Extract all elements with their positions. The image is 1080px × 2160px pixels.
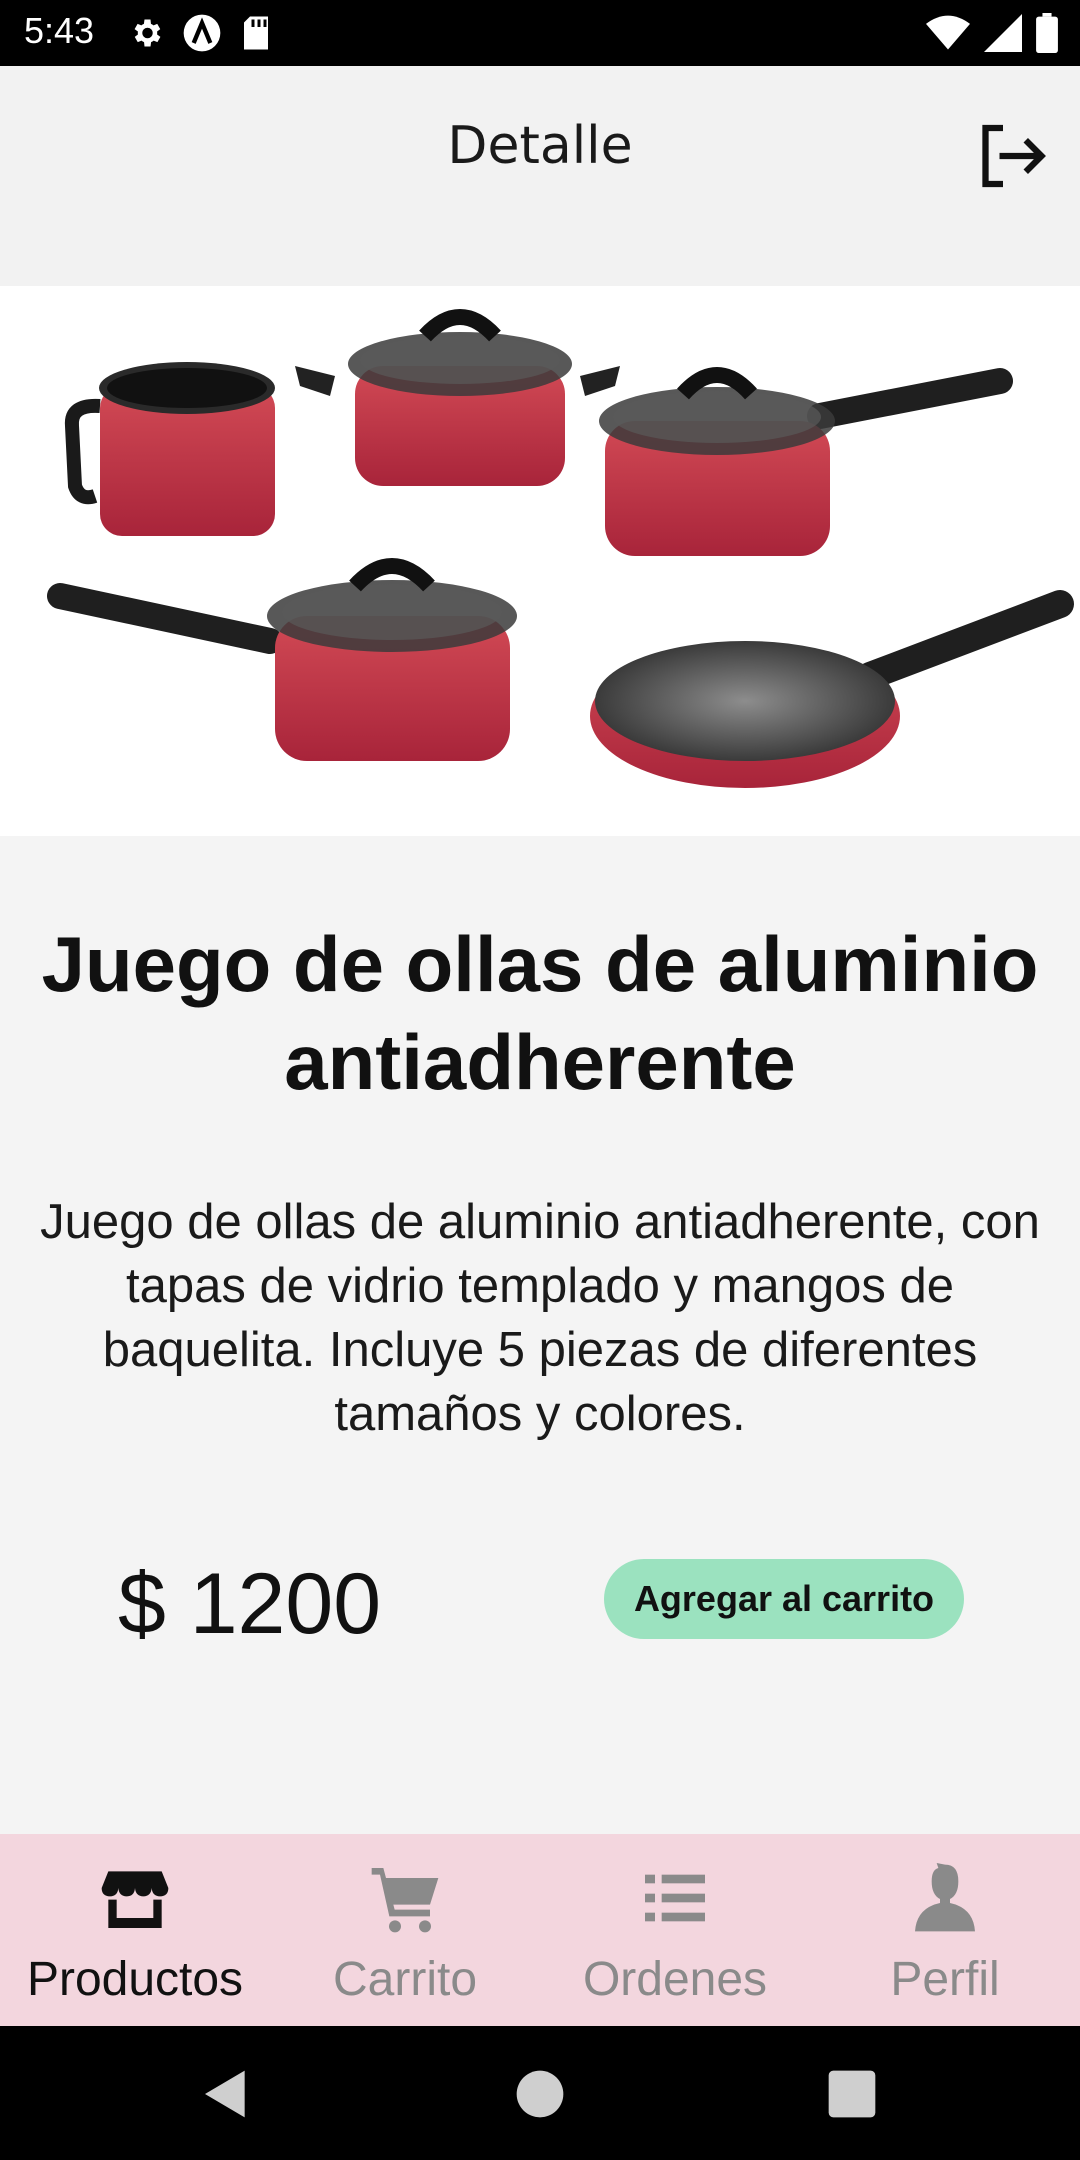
product-title: Juego de ollas de aluminio antiadherente [41, 920, 1039, 1106]
a-circle-icon [183, 14, 221, 52]
logout-button[interactable] [968, 114, 1052, 198]
product-description: Juego de ollas de aluminio antiadherente… [40, 1195, 1040, 1441]
nav-item-ordenes[interactable]: Ordenes [540, 1834, 810, 2026]
store-icon [101, 1871, 169, 1928]
battery-icon [1036, 13, 1058, 53]
signal-icon [984, 14, 1022, 52]
product-price: $ 1200 [118, 1556, 382, 1652]
app-bar: Detalle [0, 66, 1080, 286]
nav-item-perfil[interactable]: Perfil [810, 1834, 1080, 2026]
status-bar: 5:43 [0, 0, 1080, 66]
status-icons-left [128, 12, 272, 54]
wifi-icon [926, 15, 970, 50]
bottom-nav: Productos Carrito Ordenes Perfil [0, 1834, 1080, 2026]
page-title: Detalle [447, 116, 633, 176]
add-to-cart-button[interactable]: Agregar al carrito [604, 1559, 964, 1639]
gear-icon [134, 19, 161, 47]
saucepan-right [599, 367, 1013, 556]
back-icon[interactable] [198, 2066, 254, 2122]
recents-icon[interactable] [824, 2066, 880, 2122]
nav-item-productos[interactable]: Productos [0, 1834, 270, 2026]
nav-label-carrito: Carrito [332, 1953, 478, 2006]
logout-icon [982, 124, 1046, 188]
cart-icon [371, 1868, 439, 1933]
nav-label-productos: Productos [26, 1953, 244, 2006]
system-nav-bar [0, 2026, 1080, 2160]
milk-pot [64, 362, 275, 536]
home-icon[interactable] [512, 2066, 568, 2122]
person-icon [915, 1863, 975, 1932]
nav-label-ordenes: Ordenes [582, 1953, 768, 2006]
saucepan-left [47, 558, 517, 761]
cookware-set-image [47, 309, 1074, 788]
nav-label-perfil: Perfil [890, 1953, 1000, 2006]
stock-pot [295, 309, 620, 486]
frying-pan [590, 590, 1074, 788]
nav-item-carrito[interactable]: Carrito [270, 1834, 540, 2026]
status-time: 5:43 [24, 10, 95, 51]
list-icon [645, 1874, 705, 1922]
status-icons-right [926, 12, 1058, 54]
sd-card-icon [244, 16, 268, 50]
product-image [0, 286, 1080, 836]
